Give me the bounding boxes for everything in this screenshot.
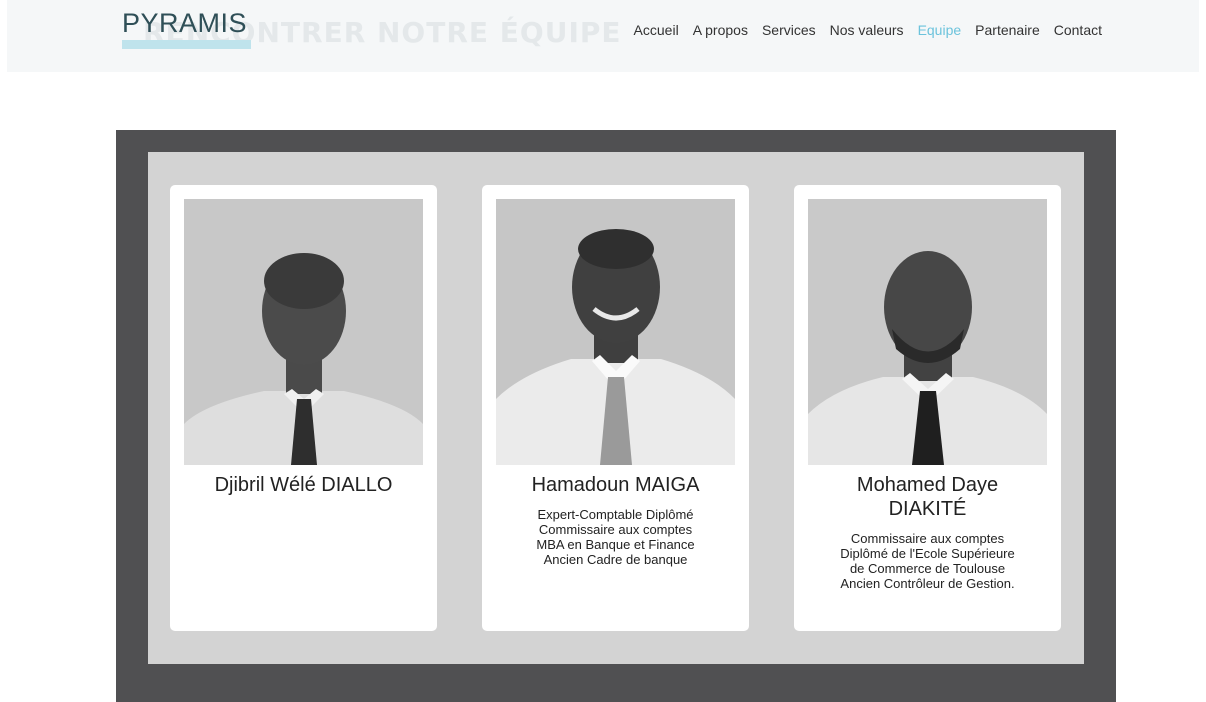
member-description: Expert-Comptable Diplômé Commissaire aux…: [536, 507, 695, 567]
member-name: Hamadoun MAIGA: [531, 474, 700, 496]
team-section: Djibril Wélé DIALLO Hamadoun MAIGA Exper…: [116, 130, 1116, 702]
nav-item-partenaire[interactable]: Partenaire: [975, 22, 1040, 38]
logo-underline: [122, 40, 251, 49]
nav-item-a-propos[interactable]: A propos: [693, 22, 748, 38]
top-navbar: RENCONTRER NOTRE ÉQUIPE PYRAMIS Accueil …: [7, 0, 1199, 72]
member-name: Mohamed Daye DIAKITÉ: [856, 474, 999, 520]
nav-item-contact[interactable]: Contact: [1054, 22, 1102, 38]
team-card-diallo: Djibril Wélé DIALLO: [170, 185, 437, 631]
member-photo: [184, 199, 423, 465]
nav-item-accueil[interactable]: Accueil: [634, 22, 679, 38]
member-description: Commissaire aux comptes Diplômé de l'Eco…: [840, 531, 1015, 591]
team-card-maiga: Hamadoun MAIGA Expert-Comptable Diplômé …: [482, 185, 749, 631]
team-cards-panel: Djibril Wélé DIALLO Hamadoun MAIGA Exper…: [148, 152, 1084, 664]
main-nav: Accueil A propos Services Nos valeurs Eq…: [634, 22, 1102, 38]
nav-item-equipe[interactable]: Equipe: [918, 22, 962, 38]
member-photo: [808, 199, 1047, 465]
team-card-diakite: Mohamed Daye DIAKITÉ Commissaire aux com…: [794, 185, 1061, 631]
site-logo[interactable]: PYRAMIS: [122, 8, 247, 39]
member-photo: [496, 199, 735, 465]
nav-item-nos-valeurs[interactable]: Nos valeurs: [830, 22, 904, 38]
nav-item-services[interactable]: Services: [762, 22, 816, 38]
member-name: Djibril Wélé DIALLO: [214, 474, 393, 496]
